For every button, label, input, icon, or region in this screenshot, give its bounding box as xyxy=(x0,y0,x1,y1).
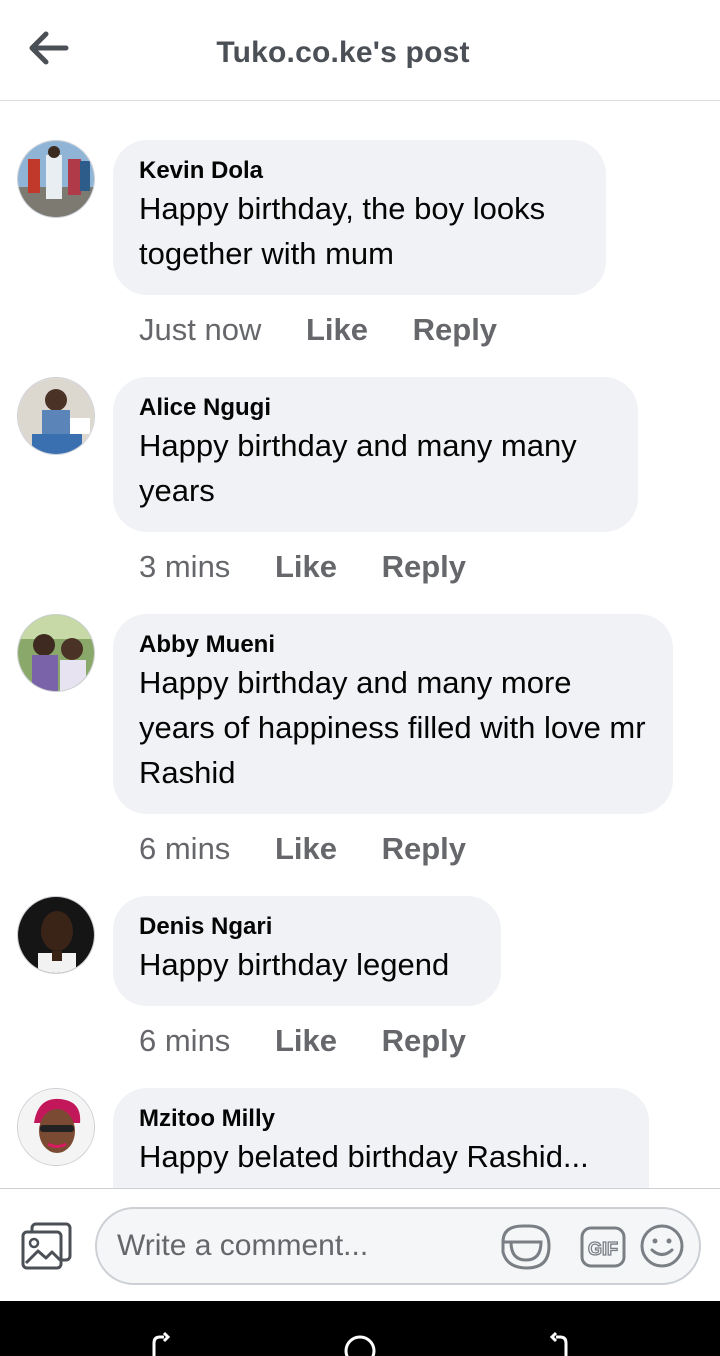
home-icon xyxy=(344,1335,376,1356)
system-nav-bar xyxy=(0,1301,720,1356)
comment-input[interactable]: Write a comment... GIF xyxy=(95,1207,701,1285)
like-button[interactable]: Like xyxy=(306,310,368,350)
comment-text: Happy belated birthday Rashid... xyxy=(139,1139,589,1174)
comment-text: Happy birthday and many more years of ha… xyxy=(139,665,646,790)
svg-text:GIF: GIF xyxy=(588,1239,618,1259)
comment-bubble: Denis Ngari Happy birthday legend xyxy=(113,896,501,1006)
avatar[interactable] xyxy=(17,614,95,692)
comment-placeholder: Write a comment... xyxy=(117,1229,369,1262)
gif-button[interactable]: GIF xyxy=(579,1224,627,1270)
emoji-button[interactable] xyxy=(638,1222,686,1270)
photo-button[interactable] xyxy=(20,1221,74,1271)
reply-button[interactable]: Reply xyxy=(382,547,466,587)
comment-author[interactable]: Kevin Dola xyxy=(139,156,580,186)
comment-author[interactable]: Abby Mueni xyxy=(139,630,647,660)
reply-button[interactable]: Reply xyxy=(382,1021,466,1061)
sticker-icon xyxy=(501,1224,551,1270)
comment-time: 3 mins xyxy=(139,549,231,584)
comment-author[interactable]: Alice Ngugi xyxy=(139,393,612,423)
avatar[interactable] xyxy=(17,140,95,218)
comment-time: 6 mins xyxy=(139,1023,231,1058)
like-button[interactable]: Like xyxy=(275,1021,337,1061)
avatar[interactable] xyxy=(17,1088,95,1166)
gif-icon: GIF xyxy=(580,1226,626,1268)
comment-author[interactable]: Denis Ngari xyxy=(139,912,475,942)
comment-actions: 3 mins Like Reply xyxy=(139,547,502,587)
comment-bubble: Kevin Dola Happy birthday, the boy looks… xyxy=(113,140,606,295)
comment-time: 6 mins xyxy=(139,831,231,866)
comment-time: Just now xyxy=(139,312,262,347)
like-button[interactable]: Like xyxy=(275,547,337,587)
avatar[interactable] xyxy=(17,377,95,455)
comment-actions: 6 mins Like Reply xyxy=(139,829,502,869)
comment-actions: Just now Like Reply xyxy=(139,310,533,350)
reply-button[interactable]: Reply xyxy=(413,310,497,350)
page-title: Tuko.co.ke's post xyxy=(216,36,470,69)
sticker-button[interactable] xyxy=(499,1220,553,1274)
comment-text: Happy birthday legend xyxy=(139,947,450,982)
like-button[interactable]: Like xyxy=(275,829,337,869)
recent-apps-icon xyxy=(152,1331,171,1356)
comments-list: Kevin Dola Happy birthday, the boy looks… xyxy=(0,102,720,1188)
comment-text: Happy birthday, the boy looks together w… xyxy=(139,191,546,271)
home-button[interactable] xyxy=(340,1331,380,1356)
photo-icon xyxy=(21,1222,72,1270)
comment-bubble: Mzitoo Milly Happy belated birthday Rash… xyxy=(113,1088,649,1188)
comment-composer: Write a comment... GIF xyxy=(0,1188,720,1301)
reply-button[interactable]: Reply xyxy=(382,829,466,869)
comment-bubble: Alice Ngugi Happy birthday and many many… xyxy=(113,377,638,532)
comment-actions: 6 mins Like Reply xyxy=(139,1021,502,1061)
comment-author[interactable]: Mzitoo Milly xyxy=(139,1104,623,1134)
emoji-icon xyxy=(640,1224,684,1268)
back-icon xyxy=(549,1331,568,1356)
comment-text: Happy birthday and many many years xyxy=(139,428,577,508)
recent-apps-button[interactable] xyxy=(140,1331,180,1356)
nav-back-button[interactable] xyxy=(540,1331,580,1356)
top-bar: Tuko.co.ke's post xyxy=(0,0,720,101)
comment-bubble: Abby Mueni Happy birthday and many more … xyxy=(113,614,673,814)
avatar[interactable] xyxy=(17,896,95,974)
